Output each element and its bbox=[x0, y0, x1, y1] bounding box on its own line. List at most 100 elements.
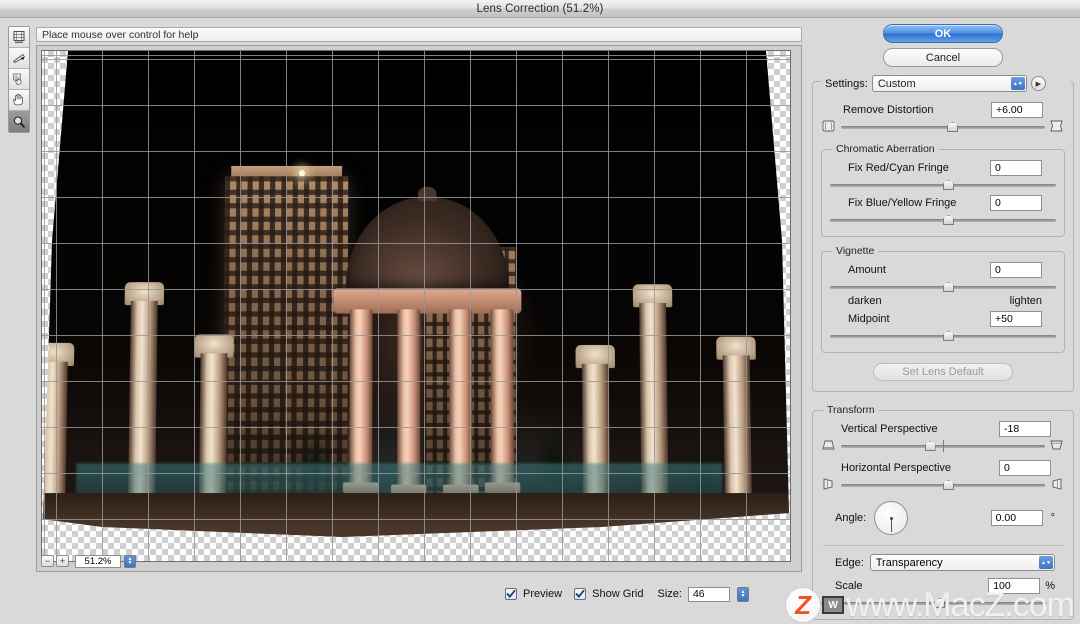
grid-size-input[interactable]: 46 bbox=[688, 587, 730, 602]
checkmark-icon bbox=[506, 589, 516, 599]
zoom-out-button[interactable]: − bbox=[41, 555, 54, 567]
ground-plaza bbox=[42, 493, 790, 561]
vignette-midpoint-slider[interactable] bbox=[830, 330, 1056, 342]
slider-knob[interactable] bbox=[947, 122, 958, 132]
ok-button-label: OK bbox=[935, 28, 952, 40]
show-grid-label: Show Grid bbox=[592, 588, 643, 600]
ok-button[interactable]: OK bbox=[883, 24, 1003, 43]
zoom-stepper[interactable]: ▲ ▼ bbox=[124, 555, 136, 568]
set-lens-default-button[interactable]: Set Lens Default bbox=[873, 363, 1013, 381]
vignette-amount-input[interactable]: 0 bbox=[990, 262, 1042, 278]
chromatic-aberration-legend: Chromatic Aberration bbox=[832, 143, 939, 155]
remove-distortion-label: Remove Distortion bbox=[843, 104, 933, 116]
slider-knob[interactable] bbox=[943, 480, 954, 490]
vignette-midpoint-label: Midpoint bbox=[848, 313, 890, 325]
magnifier-icon bbox=[12, 115, 26, 129]
pincushion-distortion-icon[interactable] bbox=[1049, 119, 1065, 134]
grid-size-value: 46 bbox=[693, 588, 705, 600]
hand-tool[interactable] bbox=[9, 90, 29, 111]
angle-input[interactable]: 0.00 bbox=[991, 510, 1043, 526]
remove-distortion-control: Remove Distortion +6.00 bbox=[821, 102, 1065, 135]
straighten-tool[interactable] bbox=[9, 48, 29, 69]
horizontal-perspective-input[interactable]: 0 bbox=[999, 460, 1051, 476]
fix-red-cyan-slider[interactable] bbox=[830, 179, 1056, 191]
horizontal-perspective-slider[interactable] bbox=[841, 479, 1045, 491]
perspective-left-icon[interactable] bbox=[821, 477, 837, 492]
vignette-midpoint-input[interactable]: +50 bbox=[990, 311, 1042, 327]
settings-select[interactable]: Custom ▲▼ bbox=[872, 75, 1027, 92]
settings-value: Custom bbox=[878, 78, 916, 90]
show-grid-checkbox[interactable] bbox=[574, 588, 586, 600]
slider-knob[interactable] bbox=[934, 598, 945, 608]
vignette-midpoint-value: +50 bbox=[995, 313, 1013, 325]
scale-label: Scale bbox=[835, 580, 863, 592]
checkmark-icon bbox=[575, 589, 585, 599]
preview-checkbox[interactable] bbox=[505, 588, 517, 600]
vignette-amount-slider[interactable] bbox=[830, 281, 1056, 293]
vignette-lighten-label: lighten bbox=[1010, 295, 1042, 307]
dome-finial bbox=[418, 187, 437, 201]
vertical-perspective-label: Vertical Perspective bbox=[841, 423, 938, 435]
cancel-button[interactable]: Cancel bbox=[883, 48, 1003, 67]
perspective-top-icon[interactable] bbox=[821, 438, 837, 453]
image-preview-frame: − + 51.2% ▲ ▼ bbox=[36, 45, 802, 572]
settings-menu-button[interactable]: ▶ bbox=[1031, 76, 1046, 91]
fix-blue-yellow-label: Fix Blue/Yellow Fringe bbox=[848, 197, 956, 209]
photo-wrapper bbox=[42, 51, 790, 561]
image-canvas[interactable] bbox=[41, 50, 791, 562]
zoom-in-button[interactable]: + bbox=[56, 555, 69, 567]
slider-knob[interactable] bbox=[943, 331, 954, 341]
perspective-right-icon[interactable] bbox=[1049, 477, 1065, 492]
slider-knob[interactable] bbox=[943, 282, 954, 292]
vertical-perspective-input[interactable]: -18 bbox=[999, 421, 1051, 437]
divider bbox=[823, 545, 1063, 546]
fix-blue-yellow-value: 0 bbox=[995, 197, 1001, 209]
scale-input[interactable]: 100 bbox=[988, 578, 1040, 594]
vignette-amount-label: Amount bbox=[848, 264, 886, 276]
remove-distortion-input[interactable]: +6.00 bbox=[991, 102, 1043, 118]
angle-dial[interactable] bbox=[874, 501, 908, 535]
lens-grid-icon bbox=[12, 30, 26, 44]
window-title-bar: Lens Correction (51.2%) bbox=[0, 0, 1080, 18]
perspective-bottom-icon[interactable] bbox=[1049, 438, 1065, 453]
cancel-button-label: Cancel bbox=[926, 52, 960, 64]
minus-icon: − bbox=[45, 557, 50, 566]
edge-select[interactable]: Transparency ▲▼ bbox=[870, 554, 1055, 571]
angle-value: 0.00 bbox=[996, 512, 1016, 524]
remove-distortion-tool[interactable] bbox=[9, 27, 29, 48]
transform-group: Transform Vertical Perspective -18 bbox=[812, 410, 1074, 620]
angle-label: Angle: bbox=[835, 512, 866, 524]
slider-knob[interactable] bbox=[943, 180, 954, 190]
slider-knob[interactable] bbox=[925, 441, 936, 451]
vignette-legend: Vignette bbox=[832, 245, 878, 257]
vertical-perspective-slider[interactable] bbox=[841, 440, 1045, 452]
watermark-logo-letter: Z bbox=[795, 590, 811, 621]
tool-palette bbox=[8, 26, 30, 133]
barrel-distortion-icon[interactable] bbox=[821, 119, 837, 134]
chromatic-aberration-group: Chromatic Aberration Fix Red/Cyan Fringe… bbox=[821, 149, 1065, 237]
fix-red-cyan-value: 0 bbox=[995, 162, 1001, 174]
transform-legend: Transform bbox=[823, 404, 878, 416]
horizontal-perspective-label: Horizontal Perspective bbox=[841, 462, 951, 474]
hand-icon bbox=[12, 93, 26, 107]
vignette-darken-label: darken bbox=[848, 295, 882, 307]
lens-correction-group: Settings: Custom ▲▼ ▶ Remove Distortion … bbox=[812, 81, 1074, 392]
fix-red-cyan-input[interactable]: 0 bbox=[990, 160, 1042, 176]
chevron-updown-icon: ▲▼ bbox=[1011, 77, 1025, 90]
remove-distortion-slider[interactable] bbox=[841, 121, 1045, 133]
scale-slider[interactable] bbox=[821, 597, 1047, 609]
fix-blue-yellow-input[interactable]: 0 bbox=[990, 195, 1042, 211]
grid-size-stepper[interactable]: ▲ ▼ bbox=[737, 587, 749, 602]
angle-needle bbox=[891, 519, 892, 532]
rotunda-column bbox=[349, 309, 372, 488]
move-grid-tool[interactable] bbox=[9, 69, 29, 90]
angle-unit: ° bbox=[1051, 512, 1055, 524]
zoom-tool[interactable] bbox=[9, 111, 29, 132]
plus-icon: + bbox=[60, 557, 65, 566]
zoom-level-field[interactable]: 51.2% bbox=[75, 555, 121, 568]
fix-blue-yellow-slider[interactable] bbox=[830, 214, 1056, 226]
settings-panel: OK Cancel Settings: Custom ▲▼ ▶ Remove D… bbox=[812, 24, 1074, 620]
edge-value: Transparency bbox=[876, 557, 943, 569]
slider-knob[interactable] bbox=[943, 215, 954, 225]
stepper-down-icon: ▼ bbox=[128, 561, 133, 565]
